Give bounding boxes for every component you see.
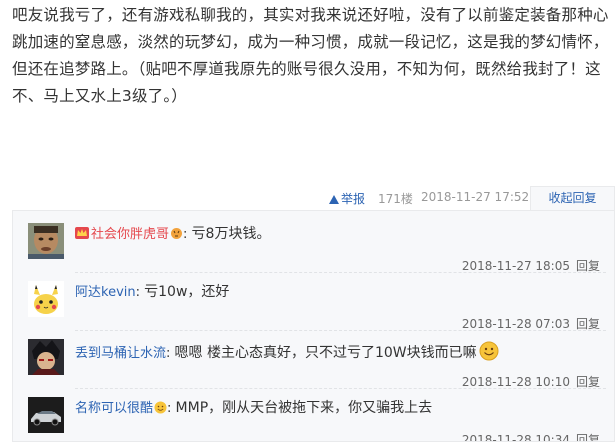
comment-time: 2018-11-28 10:10 <box>461 375 570 389</box>
comment-text: 亏8万块钱。 <box>191 226 271 242</box>
smiley-badge-icon <box>154 401 167 414</box>
reply-link[interactable]: 回复 <box>576 259 600 273</box>
comment-username[interactable]: 阿达kevin <box>75 285 136 300</box>
reply-link[interactable]: 回复 <box>576 433 600 441</box>
comment-time: 2018-11-27 18:05 <box>461 259 570 273</box>
comment-line: 阿达kevin: 亏10w，还好 <box>75 284 230 300</box>
floor-number: 171楼 <box>378 192 413 206</box>
post-time: 2018-11-27 17:52 <box>421 190 530 204</box>
reply-link[interactable]: 回复 <box>576 375 600 389</box>
comment-item: 名称可以很酷 : MMP，刚从天台被拖下来，你又骗我上去 2018-11-28 … <box>13 389 614 442</box>
smiley-emoji-icon <box>479 341 499 361</box>
dark-character-avatar[interactable] <box>28 339 64 375</box>
comment-item: 社会你胖虎哥 : 亏8万块钱。 2018-11-27 18:05 回复 <box>13 215 614 273</box>
comment-text: 亏10w，还好 <box>144 284 230 300</box>
comment-line: 社会你胖虎哥 : 亏8万块钱。 <box>75 225 270 244</box>
report-link[interactable]: 举报 <box>329 190 365 207</box>
comment-time: 2018-11-28 10:34 <box>461 433 570 442</box>
reply-link[interactable]: 回复 <box>576 317 600 331</box>
collapse-replies-button[interactable]: 收起回复 <box>530 186 615 210</box>
comment-footer: 2018-11-28 10:34 回复 <box>461 431 600 442</box>
comment-line: 丢到马桶让水流: 嗯嗯 楼主心态真好，只不过亏了10W块钱而已嘛 <box>75 341 499 363</box>
man-photo-avatar[interactable] <box>28 223 64 259</box>
comment-username[interactable]: 丢到马桶让水流 <box>75 346 166 361</box>
comment-text: MMP，刚从天台被拖下来，你又骗我上去 <box>175 400 433 416</box>
car-avatar[interactable] <box>28 397 64 433</box>
comment-list: 社会你胖虎哥 : 亏8万块钱。 2018-11-27 18:05 回复 阿达ke… <box>12 210 615 442</box>
comment-username[interactable]: 社会你胖虎哥 <box>91 227 169 242</box>
pikachu-avatar[interactable] <box>28 281 64 317</box>
warning-icon <box>329 195 339 204</box>
crown-icon <box>75 227 89 239</box>
comment-username[interactable]: 名称可以很酷 <box>75 401 153 416</box>
post-content: 吧友说我亏了，还有游戏私聊我的，其实对我来说还好啦，没有了以前鉴定装备那种心跳加… <box>12 6 609 105</box>
comment-item: 丢到马桶让水流: 嗯嗯 楼主心态真好，只不过亏了10W块钱而已嘛 2018-11… <box>13 331 614 389</box>
comment-item: 阿达kevin: 亏10w，还好 2018-11-28 07:03 回复 <box>13 273 614 331</box>
report-label: 举报 <box>341 192 366 206</box>
comment-line: 名称可以很酷 : MMP，刚从天台被拖下来，你又骗我上去 <box>75 400 433 416</box>
tiger-icon <box>171 228 183 239</box>
comment-text: 嗯嗯 楼主心态真好，只不过亏了10W块钱而已嘛 <box>174 345 477 361</box>
comment-time: 2018-11-28 07:03 <box>461 317 570 331</box>
post-meta-bar: 举报 171楼 2018-11-27 17:52 收起回复 <box>0 186 615 210</box>
